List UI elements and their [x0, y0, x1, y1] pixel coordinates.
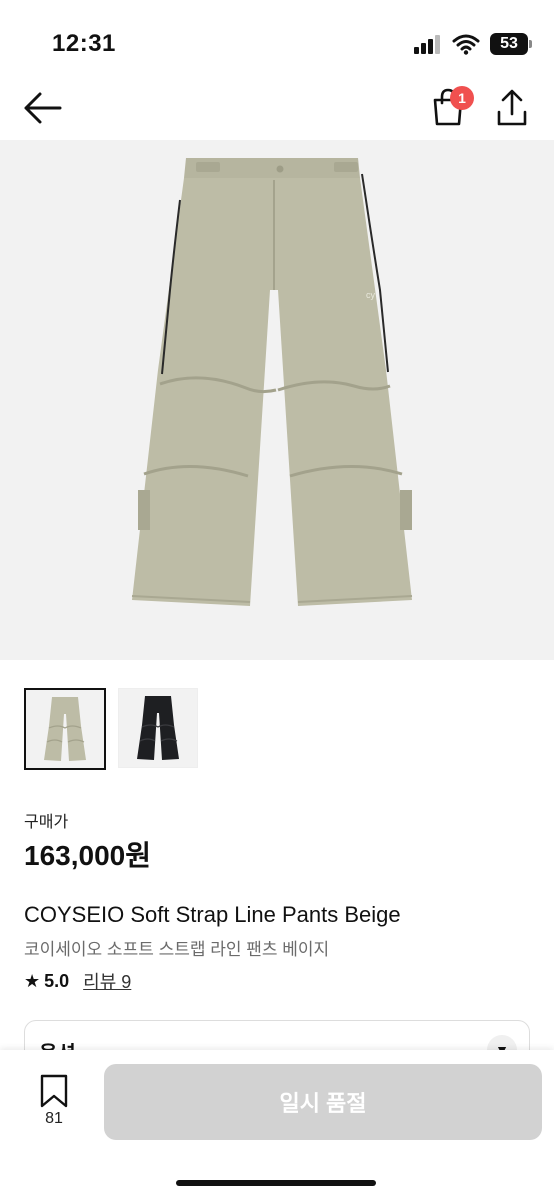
price-value: 163,000원 — [24, 840, 151, 871]
bookmark-icon — [40, 1074, 68, 1108]
back-arrow-icon — [24, 92, 62, 124]
beige-pants-image: cy — [131, 158, 413, 606]
wishlist-button[interactable]: 81 — [34, 1074, 74, 1134]
cart-count-badge: 1 — [450, 86, 474, 110]
share-icon — [497, 89, 527, 126]
product-subtitle: 코이세이오 소프트 스트랩 라인 팬츠 베이지 — [24, 940, 330, 959]
nav-bar: 1 — [0, 80, 554, 136]
beige-pants-thumbnail — [44, 697, 86, 761]
status-icons: 53 — [414, 30, 532, 58]
bottom-action-bar: 81 일시 품절 — [0, 1050, 554, 1200]
share-button[interactable] — [494, 86, 530, 130]
star-icon: ★ — [24, 970, 41, 991]
status-bar: 12:31 53 — [0, 0, 554, 88]
signal-icon — [414, 35, 440, 54]
home-indicator[interactable] — [176, 1180, 376, 1186]
thumbnail-list — [24, 688, 198, 770]
wifi-icon — [452, 34, 480, 55]
product-main-image[interactable]: cy — [0, 140, 554, 660]
thumbnail-black[interactable] — [118, 688, 198, 768]
product-title: COYSEIO Soft Strap Line Pants Beige — [24, 902, 401, 927]
wishlist-count: 81 — [45, 1110, 63, 1127]
price-label: 구매가 — [24, 814, 69, 831]
black-pants-thumbnail — [137, 696, 179, 760]
rating-score: 5.0 — [44, 970, 70, 991]
soldout-button[interactable]: 일시 품절 — [104, 1064, 542, 1140]
thumbnail-beige[interactable] — [24, 688, 106, 770]
review-link[interactable]: 리뷰 9 — [83, 968, 131, 994]
svg-text:cy: cy — [366, 290, 376, 300]
rating-row: ★ 5.0 리뷰 9 — [24, 968, 131, 994]
back-button[interactable] — [20, 88, 64, 128]
status-time: 12:31 — [52, 30, 116, 57]
battery-indicator: 53 — [490, 33, 532, 55]
